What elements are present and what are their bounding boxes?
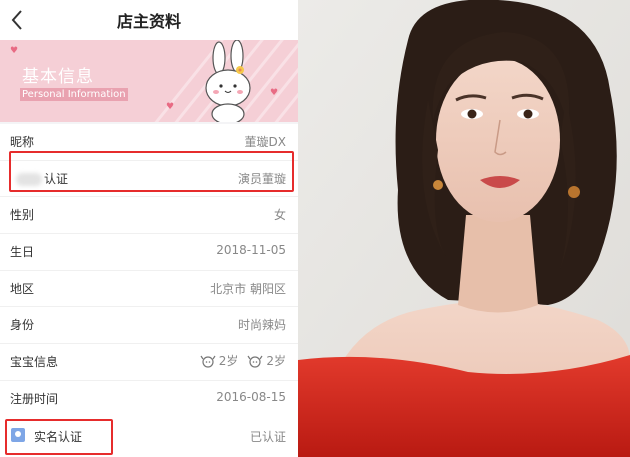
row-label: 实名认证	[34, 430, 83, 444]
list-item-gender[interactable]: 性别 女	[0, 197, 298, 235]
heart-icon: ♥	[166, 102, 175, 112]
list-item-verification[interactable]: 认证 演员董璇	[0, 161, 298, 198]
baby-face-icon	[200, 355, 216, 368]
heart-icon: ♥	[270, 88, 279, 98]
row-label: 昵称	[10, 135, 35, 149]
row-value: 2018-11-05	[216, 243, 286, 258]
row-label: 地区	[10, 281, 35, 296]
basic-info-banner: ♥ ♥ ♥ ♥ 基本信息 Personal Information	[0, 40, 298, 122]
banner-title: 基本信息	[22, 67, 94, 87]
page-title: 店主资料	[116, 12, 181, 31]
row-label: 认证	[44, 171, 69, 186]
list-item-identity[interactable]: 身份 时尚辣妈	[0, 307, 298, 345]
baby-age: 2岁	[266, 354, 286, 369]
row-label: 身份	[10, 318, 35, 333]
profile-list: 昵称 董璇DX 认证 演员董璇 性别 女 生日 2018-11-05 地区 北京…	[0, 124, 298, 418]
portrait-photo	[298, 0, 630, 457]
id-card-icon	[11, 428, 25, 442]
baby-face-icon	[247, 355, 263, 368]
row-value: 已认证	[249, 430, 286, 444]
list-item-nickname[interactable]: 昵称 董璇DX	[0, 124, 298, 161]
portrait-illustration	[298, 0, 630, 457]
row-label: 生日	[10, 245, 35, 260]
blurred-badge	[16, 172, 42, 186]
list-item-real-name[interactable]: 实名认证 已认证	[0, 416, 298, 457]
row-value: 女	[273, 208, 286, 223]
list-item-birthday[interactable]: 生日 2018-11-05	[0, 234, 298, 271]
list-item-register-time[interactable]: 注册时间 2016-08-15	[0, 381, 298, 418]
list-item-baby-info[interactable]: 宝宝信息 2岁 2岁	[0, 344, 298, 381]
row-value: 董璇DX	[244, 135, 286, 149]
row-label: 性别	[10, 208, 35, 223]
row-value: 时尚辣妈	[237, 318, 286, 333]
nav-bar: 店主资料	[0, 0, 298, 41]
bunny-sticker	[205, 40, 251, 122]
row-label: 注册时间	[10, 391, 59, 406]
list-item-region[interactable]: 地区 北京市 朝阳区	[0, 271, 298, 308]
baby-ages: 2岁 2岁	[200, 352, 286, 369]
row-value: 2016-08-15	[216, 389, 286, 404]
row-value: 演员董璇	[237, 171, 286, 186]
banner-subtitle: Personal Information	[20, 88, 128, 101]
heart-icon: ♥	[10, 46, 19, 56]
row-label: 宝宝信息	[10, 355, 59, 370]
row-value: 北京市 朝阳区	[210, 281, 286, 296]
profile-screen: 店主资料 ♥ ♥ ♥ ♥ 基本信息 Personal Information	[0, 0, 298, 457]
baby-age: 2岁	[218, 354, 239, 369]
